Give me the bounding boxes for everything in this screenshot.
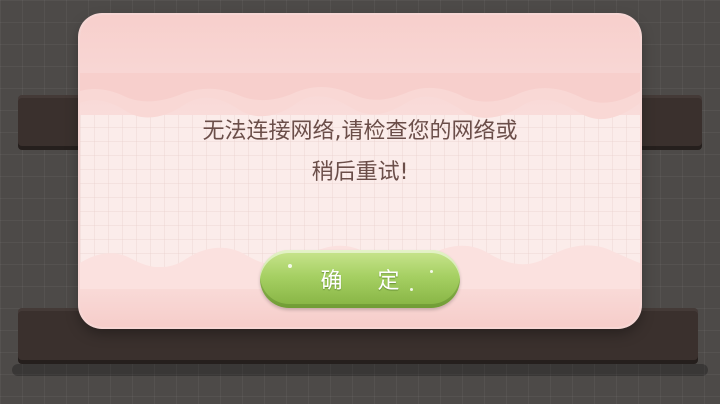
shelf-shadow <box>12 364 708 376</box>
sparkle-icon <box>410 288 413 291</box>
confirm-button-label: 确 定 <box>320 269 414 294</box>
sparkle-icon <box>430 270 433 273</box>
confirm-button[interactable]: 确 定 <box>260 250 460 308</box>
error-message-line2: 稍后重试! <box>311 160 409 185</box>
error-message: 无法连接网络,请检查您的网络或 稍后重试! <box>120 111 600 193</box>
error-message-line1: 无法连接网络,请检查您的网络或 <box>202 119 518 144</box>
sparkle-icon <box>288 264 292 268</box>
